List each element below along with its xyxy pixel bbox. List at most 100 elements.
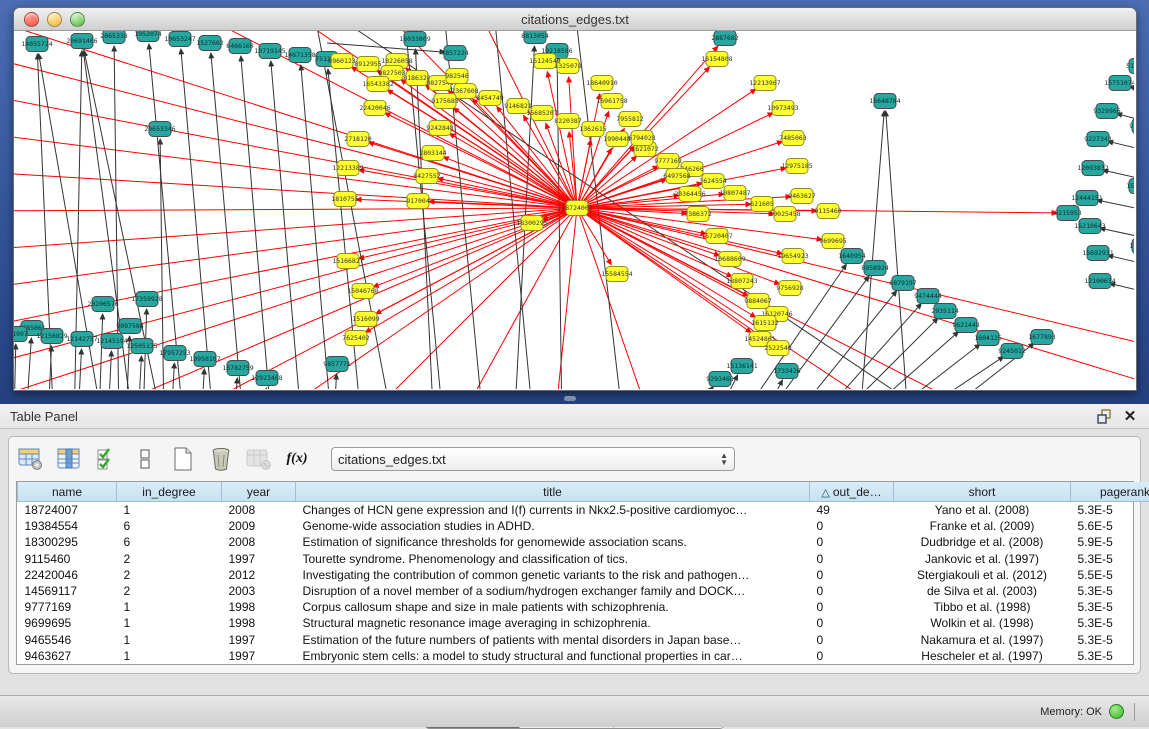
graph-node[interactable]: 7625402 xyxy=(342,331,369,346)
graph-node[interactable]: 12923468 xyxy=(251,371,282,386)
graph-node[interactable]: 12100634 xyxy=(1084,274,1115,289)
graph-node[interactable]: 14055724 xyxy=(21,37,52,52)
graph-node[interactable]: 1770214 xyxy=(1129,239,1134,254)
graph-node[interactable]: 6497568 xyxy=(663,169,690,184)
graph-node[interactable]: 15124549 xyxy=(529,54,560,69)
graph-node[interactable]: 22420046 xyxy=(359,101,390,116)
graph-node[interactable]: 1362615 xyxy=(579,122,606,137)
column-header-pagerank[interactable]: pagerank xyxy=(1071,482,1149,502)
graph-node[interactable]: 15136141 xyxy=(726,359,757,374)
graph-node[interactable]: 9293468 xyxy=(706,372,733,387)
graph-node[interactable]: 9245012 xyxy=(998,344,1025,359)
network-canvas[interactable]: 1405572420691406206533819520741065324715… xyxy=(14,31,1134,389)
table-select-dropdown[interactable]: citations_edges.txt ▲▼ xyxy=(331,447,735,471)
graph-node[interactable]: 16033809 xyxy=(399,32,430,47)
close-window-icon[interactable] xyxy=(24,12,39,27)
graph-node[interactable]: 15692931 xyxy=(1082,246,1113,261)
table-row[interactable]: 969969511998Structural magnetic resonanc… xyxy=(18,615,1149,631)
graph-node[interactable]: 12444151 xyxy=(1071,191,1102,206)
graph-node[interactable]: 2935114 xyxy=(931,304,958,319)
row-height-icon[interactable] xyxy=(131,446,159,472)
delete-table-trash-icon[interactable] xyxy=(207,446,235,472)
graph-node[interactable]: 16648784 xyxy=(869,94,900,109)
graph-node[interactable]: 2887682 xyxy=(711,31,738,46)
table-row[interactable]: 946362711997Embryonic stem cells: a mode… xyxy=(18,648,1149,664)
column-header-name[interactable]: name xyxy=(18,482,117,502)
graph-node[interactable]: 8454749 xyxy=(476,91,503,106)
graph-node[interactable]: 10719145 xyxy=(254,44,285,59)
graph-node[interactable]: 18724007 xyxy=(561,201,592,216)
graph-node[interactable]: 8958924 xyxy=(861,261,888,276)
table-row[interactable]: 1830029562008Estimation of significance … xyxy=(18,534,1149,550)
graph-node[interactable]: 6879197 xyxy=(889,276,916,291)
graph-node[interactable]: 6466160 xyxy=(226,39,253,54)
graph-node[interactable]: 12505135 xyxy=(126,339,157,354)
zoom-window-icon[interactable] xyxy=(70,12,85,27)
table-row[interactable]: 1938455462009Genome-wide association stu… xyxy=(18,518,1149,534)
table-row[interactable]: 977716911998Corpus callosum shape and si… xyxy=(18,599,1149,615)
graph-node[interactable]: 12093832 xyxy=(1077,161,1108,176)
graph-node[interactable]: 2522540 xyxy=(764,341,791,356)
splitter-handle[interactable] xyxy=(564,396,576,401)
column-header-year[interactable]: year xyxy=(222,482,296,502)
graph-node[interactable]: 1516099 xyxy=(352,312,379,327)
graph-node[interactable]: 917004 xyxy=(406,194,430,209)
graph-node[interactable]: 9756928 xyxy=(776,281,803,296)
table-row[interactable]: 946554611997Estimation of the future num… xyxy=(18,632,1149,648)
graph-node[interactable]: 16961758 xyxy=(596,94,627,109)
graph-node[interactable]: 982546 xyxy=(445,69,469,84)
graph-node[interactable]: 18640910 xyxy=(586,76,617,91)
graph-node[interactable]: 15751074 xyxy=(1104,76,1134,91)
graph-node[interactable]: 9777169 xyxy=(654,154,681,169)
table-row[interactable]: 1456911722003Disruption of a novel membe… xyxy=(18,583,1149,599)
graph-node[interactable]: 1598503 xyxy=(1126,179,1134,194)
column-header-out_degree[interactable]: △out_de… xyxy=(810,482,894,502)
column-header-in_degree[interactable]: in_degree xyxy=(117,482,222,502)
graph-node[interactable]: 8960123 xyxy=(328,54,355,69)
table-row[interactable]: 911546021997Tourette syndrome. Phenomeno… xyxy=(18,551,1149,567)
graph-node[interactable]: 18300295 xyxy=(516,216,547,231)
graph-node[interactable]: 16210643 xyxy=(1074,219,1105,234)
graph-node[interactable]: 6794028 xyxy=(628,131,655,146)
graph-node[interactable]: 7857224 xyxy=(441,46,468,61)
graph-node[interactable]: 12142757 xyxy=(66,332,97,347)
graph-node[interactable]: 16782759 xyxy=(222,361,253,376)
graph-node[interactable]: 1604125 xyxy=(974,331,1001,346)
graph-node[interactable]: 8215953 xyxy=(1054,206,1081,221)
graph-node[interactable]: 9175685 xyxy=(431,94,458,109)
graph-node[interactable]: 8813054 xyxy=(521,31,548,44)
graph-node[interactable]: 9277432 xyxy=(1129,119,1134,134)
graph-node[interactable]: 9242848 xyxy=(426,121,453,136)
graph-node[interactable]: 17957253 xyxy=(159,346,190,361)
graph-node[interactable]: 1677893 xyxy=(1028,330,1055,345)
graph-node[interactable]: 1640954 xyxy=(838,249,865,264)
graph-node[interactable]: 12975185 xyxy=(781,159,812,174)
graph-node[interactable]: 17359928 xyxy=(131,292,162,307)
graph-node[interactable]: 19654923 xyxy=(777,249,808,264)
graph-node[interactable]: 7386372 xyxy=(684,207,711,222)
graph-node[interactable]: 1527602 xyxy=(196,36,223,51)
graph-node[interactable]: 18807243 xyxy=(726,274,757,289)
graph-node[interactable]: 331997 xyxy=(14,327,28,342)
float-window-icon[interactable] xyxy=(1095,407,1113,425)
graph-node[interactable]: 12213389 xyxy=(332,161,363,176)
column-header-short[interactable]: short xyxy=(894,482,1071,502)
graph-node[interactable]: 8427552 xyxy=(413,169,440,184)
table-row[interactable]: 1872400712008Changes of HCN gene express… xyxy=(18,502,1149,519)
graph-node[interactable]: 9329966 xyxy=(1093,104,1120,119)
graph-node[interactable]: 9097588 xyxy=(116,319,143,334)
graph-node[interactable]: 7485063 xyxy=(779,131,806,146)
graph-node[interactable]: 15046768 xyxy=(347,284,378,299)
graph-node[interactable]: 1990448 xyxy=(603,132,630,147)
show-columns-icon[interactable] xyxy=(55,446,83,472)
graph-node[interactable]: 1952074 xyxy=(134,31,161,42)
function-builder-icon[interactable]: f(x) xyxy=(283,446,311,472)
graph-node[interactable]: 1615132 xyxy=(751,316,778,331)
graph-node[interactable]: 2065338 xyxy=(100,31,127,44)
graph-node[interactable]: 9463627 xyxy=(788,189,815,204)
graph-node[interactable]: 14671358 xyxy=(284,48,315,63)
graph-node[interactable]: 2803144 xyxy=(419,146,446,161)
graph-node[interactable]: 9621448 xyxy=(952,318,979,333)
graph-node[interactable]: 9115460 xyxy=(814,204,841,219)
graph-node[interactable]: 10653247 xyxy=(164,32,195,47)
